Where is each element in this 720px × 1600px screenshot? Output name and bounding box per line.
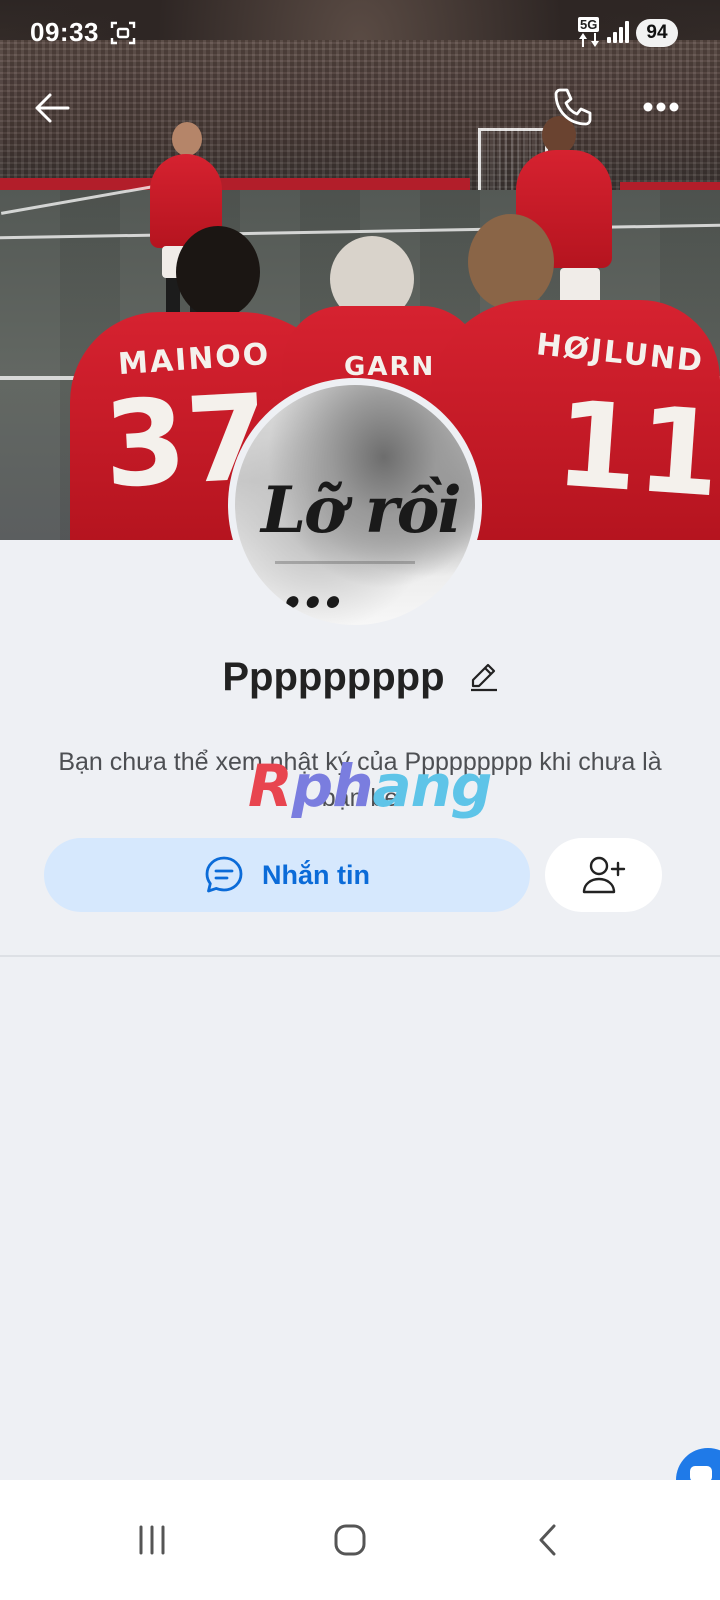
stadium-crowd bbox=[0, 40, 720, 200]
signal-icon bbox=[606, 20, 630, 49]
profile-name: Ppppppppp bbox=[222, 655, 445, 699]
system-back-button[interactable] bbox=[468, 1480, 628, 1600]
avatar-calligraphy: Lỡ rồi .... bbox=[261, 473, 462, 623]
status-time: 09:33 bbox=[30, 17, 99, 47]
avatar-image: Lỡ rồi .... bbox=[235, 385, 475, 625]
network-5g-icon: 5G bbox=[578, 17, 600, 47]
chat-icon bbox=[205, 856, 243, 893]
message-button[interactable]: Nhắn tin bbox=[44, 838, 530, 912]
shirt-number: 11 bbox=[551, 374, 720, 524]
add-user-icon bbox=[582, 856, 625, 894]
profile-name-row: Ppppppppp bbox=[0, 655, 720, 702]
divider bbox=[0, 955, 720, 957]
back-button[interactable] bbox=[30, 86, 74, 135]
home-icon bbox=[334, 1524, 366, 1556]
screenshot-icon bbox=[110, 20, 136, 51]
message-button-label: Nhắn tin bbox=[262, 859, 370, 890]
battery-indicator: 94 bbox=[636, 19, 678, 47]
more-icon bbox=[643, 102, 679, 112]
add-friend-button[interactable] bbox=[545, 838, 662, 912]
status-bar: 09:33 5G 94 bbox=[0, 0, 720, 64]
phone-icon bbox=[554, 88, 592, 126]
avatar[interactable]: Lỡ rồi .... bbox=[228, 378, 482, 632]
system-nav-bar bbox=[0, 1480, 720, 1600]
pencil-icon bbox=[470, 663, 497, 692]
back-arrow-icon bbox=[35, 93, 70, 123]
home-button[interactable] bbox=[270, 1480, 430, 1600]
edit-name-button[interactable] bbox=[470, 657, 498, 702]
recent-apps-button[interactable] bbox=[72, 1480, 232, 1600]
call-button[interactable] bbox=[550, 84, 596, 135]
watermark-logo: Rphang bbox=[248, 752, 492, 820]
chevron-left-icon bbox=[539, 1524, 556, 1556]
recent-apps-icon bbox=[139, 1525, 165, 1555]
more-button[interactable] bbox=[640, 92, 682, 127]
